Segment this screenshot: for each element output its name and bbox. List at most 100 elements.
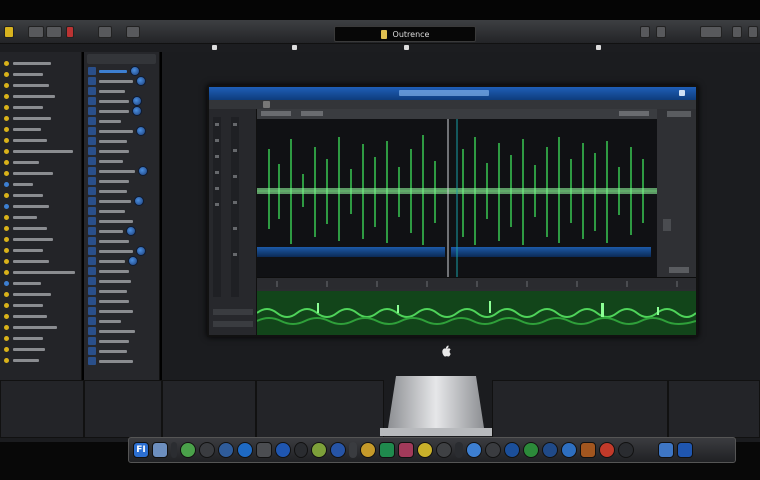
- inspector-row[interactable]: [84, 316, 159, 326]
- garageband-icon[interactable]: [311, 442, 327, 458]
- library-button[interactable]: [4, 26, 14, 38]
- settings-icon[interactable]: [199, 442, 215, 458]
- effect-knob[interactable]: [136, 246, 146, 256]
- inspector-row[interactable]: [84, 66, 159, 76]
- library-item[interactable]: [0, 267, 81, 278]
- inspector-row[interactable]: [84, 76, 159, 86]
- inspector-button[interactable]: [28, 26, 44, 38]
- inspector-row[interactable]: [84, 296, 159, 306]
- library-item[interactable]: [0, 135, 81, 146]
- inspector-row[interactable]: [84, 96, 159, 106]
- record-icon[interactable]: [599, 442, 615, 458]
- inspector-row[interactable]: [84, 166, 159, 176]
- library-item[interactable]: [0, 80, 81, 91]
- library-item[interactable]: [0, 113, 81, 124]
- folder-icon[interactable]: [152, 442, 168, 458]
- effect-knob[interactable]: [136, 126, 146, 136]
- finder-icon[interactable]: FI: [133, 442, 149, 458]
- track-control-icon[interactable]: [404, 45, 409, 50]
- app-store-icon[interactable]: [275, 442, 291, 458]
- library-item[interactable]: [0, 333, 81, 344]
- effect-knob[interactable]: [134, 196, 144, 206]
- toolbar-button[interactable]: [46, 26, 62, 38]
- volume-knob[interactable]: [136, 76, 146, 86]
- library-item[interactable]: [0, 212, 81, 223]
- inspector-row[interactable]: [84, 346, 159, 356]
- documents-icon[interactable]: [658, 442, 674, 458]
- library-item[interactable]: [0, 157, 81, 168]
- books-icon[interactable]: [580, 442, 596, 458]
- pan-knob[interactable]: [130, 66, 140, 76]
- library-item[interactable]: [0, 322, 81, 333]
- inspector-row[interactable]: [84, 236, 159, 246]
- facetime-icon[interactable]: [485, 442, 501, 458]
- maps-icon[interactable]: [504, 442, 520, 458]
- audio-waveform-editor[interactable]: [257, 119, 657, 277]
- close-panel-button[interactable]: [748, 26, 758, 38]
- inspector-row[interactable]: [84, 256, 159, 266]
- library-item[interactable]: [0, 289, 81, 300]
- library-item[interactable]: [0, 256, 81, 267]
- spacer-icon[interactable]: [294, 442, 308, 458]
- track-control-icon[interactable]: [596, 45, 601, 50]
- list-editors-button[interactable]: [640, 26, 650, 38]
- smart-controls-button[interactable]: [98, 26, 112, 38]
- inspector-row[interactable]: [84, 156, 159, 166]
- inspector-row[interactable]: [84, 86, 159, 96]
- calendar-icon[interactable]: [379, 442, 395, 458]
- library-item[interactable]: [0, 245, 81, 256]
- effect-knob[interactable]: [132, 96, 142, 106]
- inspector-row[interactable]: [84, 246, 159, 256]
- library-item[interactable]: [0, 190, 81, 201]
- mail-icon[interactable]: [237, 442, 253, 458]
- inspector-row[interactable]: [84, 186, 159, 196]
- effect-knob[interactable]: [138, 166, 148, 176]
- effect-knob[interactable]: [132, 106, 142, 116]
- library-item[interactable]: [0, 69, 81, 80]
- track-control-icon[interactable]: [212, 45, 217, 50]
- inspector-row[interactable]: [84, 206, 159, 216]
- spotify-icon[interactable]: [523, 442, 539, 458]
- logic-icon[interactable]: [330, 442, 346, 458]
- inspector-row[interactable]: [84, 176, 159, 186]
- notes-icon[interactable]: [417, 442, 433, 458]
- library-item[interactable]: [0, 168, 81, 179]
- downloads-icon[interactable]: [618, 442, 634, 458]
- notes-button[interactable]: [656, 26, 666, 38]
- timeline-overview[interactable]: [257, 277, 696, 289]
- inspector-row[interactable]: [84, 276, 159, 286]
- photos-icon[interactable]: [256, 442, 272, 458]
- effect-knob[interactable]: [128, 256, 138, 266]
- library-item[interactable]: [0, 201, 81, 212]
- close-icon[interactable]: [679, 90, 685, 96]
- library-item[interactable]: [0, 278, 81, 289]
- inspector-row[interactable]: [84, 336, 159, 346]
- preferences-icon[interactable]: [542, 442, 558, 458]
- contacts-icon[interactable]: [360, 442, 376, 458]
- launchpad-icon[interactable]: [561, 442, 577, 458]
- scroll-handle[interactable]: [663, 219, 671, 231]
- library-item[interactable]: [0, 58, 81, 69]
- editors-button[interactable]: [126, 26, 140, 38]
- inspector-row[interactable]: [84, 136, 159, 146]
- messages-icon[interactable]: [466, 442, 482, 458]
- inspector-row[interactable]: [84, 266, 159, 276]
- itunes-icon[interactable]: [398, 442, 414, 458]
- inspector-row[interactable]: [84, 306, 159, 316]
- browser-icon[interactable]: [218, 442, 234, 458]
- library-item[interactable]: [0, 344, 81, 355]
- inspector-row[interactable]: [84, 146, 159, 156]
- inspector-row[interactable]: [84, 106, 159, 116]
- audio-track-region[interactable]: [256, 291, 697, 335]
- safari-icon[interactable]: [436, 442, 452, 458]
- library-item[interactable]: [0, 102, 81, 113]
- library-item[interactable]: [0, 355, 81, 366]
- inspector-row[interactable]: [84, 286, 159, 296]
- effect-knob[interactable]: [126, 226, 136, 236]
- track-control-icon[interactable]: [292, 45, 297, 50]
- music-icon[interactable]: [180, 442, 196, 458]
- record-indicator[interactable]: [66, 26, 74, 38]
- library-item[interactable]: [0, 300, 81, 311]
- library-item[interactable]: [0, 223, 81, 234]
- browser-button[interactable]: [732, 26, 742, 38]
